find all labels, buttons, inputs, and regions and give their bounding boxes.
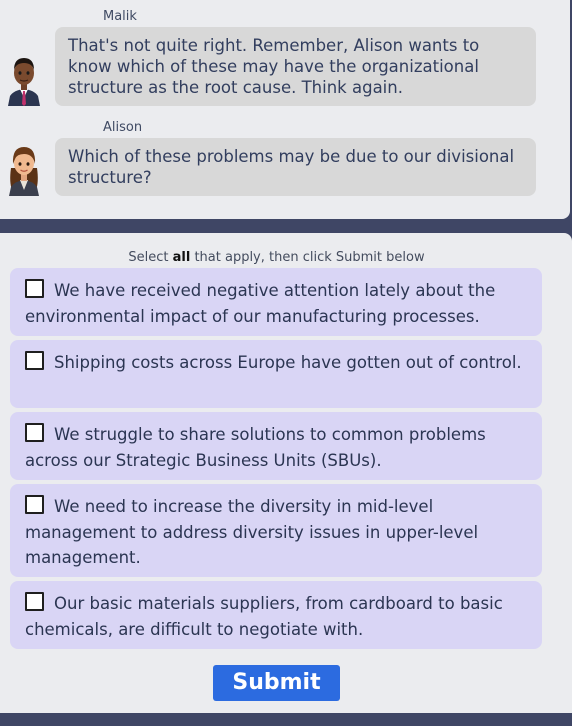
checkbox-icon[interactable]	[25, 423, 44, 442]
answer-option[interactable]: We struggle to share solutions to common…	[10, 412, 542, 480]
chat-panel: Malik That's not quite right. Remember, …	[0, 0, 570, 219]
sender-name: Malik	[103, 9, 137, 24]
option-label: We struggle to share solutions to common…	[25, 425, 486, 470]
option-label: We need to increase the diversity in mid…	[25, 497, 479, 567]
instruction-suffix: that apply, then click Submit below	[190, 250, 425, 265]
answer-option[interactable]: We have received negative attention late…	[10, 268, 542, 336]
answer-option[interactable]: Our basic materials suppliers, from card…	[10, 581, 542, 649]
option-label: Our basic materials suppliers, from card…	[25, 594, 503, 639]
female-avatar-icon	[9, 147, 39, 196]
option-label: We have received negative attention late…	[25, 281, 496, 326]
checkbox-icon[interactable]	[25, 279, 44, 298]
chat-bubble: That's not quite right. Remember, Alison…	[55, 27, 536, 106]
answer-option[interactable]: We need to increase the diversity in mid…	[10, 484, 542, 577]
question-panel: Select all that apply, then click Submit…	[0, 233, 572, 713]
instruction-bold: all	[172, 250, 191, 265]
male-avatar-icon	[8, 58, 40, 106]
option-label: Shipping costs across Europe have gotten…	[54, 353, 522, 372]
checkbox-icon[interactable]	[25, 495, 44, 514]
sender-name: Alison	[103, 120, 143, 135]
answer-option[interactable]: Shipping costs across Europe have gotten…	[10, 340, 542, 408]
submit-button[interactable]: Submit	[213, 665, 340, 701]
checkbox-icon[interactable]	[25, 592, 44, 611]
checkbox-icon[interactable]	[25, 351, 44, 370]
chat-bubble: Which of these problems may be due to ou…	[55, 138, 536, 196]
instruction-prefix: Select	[128, 250, 173, 265]
instruction-text: Select all that apply, then click Submit…	[0, 250, 553, 265]
